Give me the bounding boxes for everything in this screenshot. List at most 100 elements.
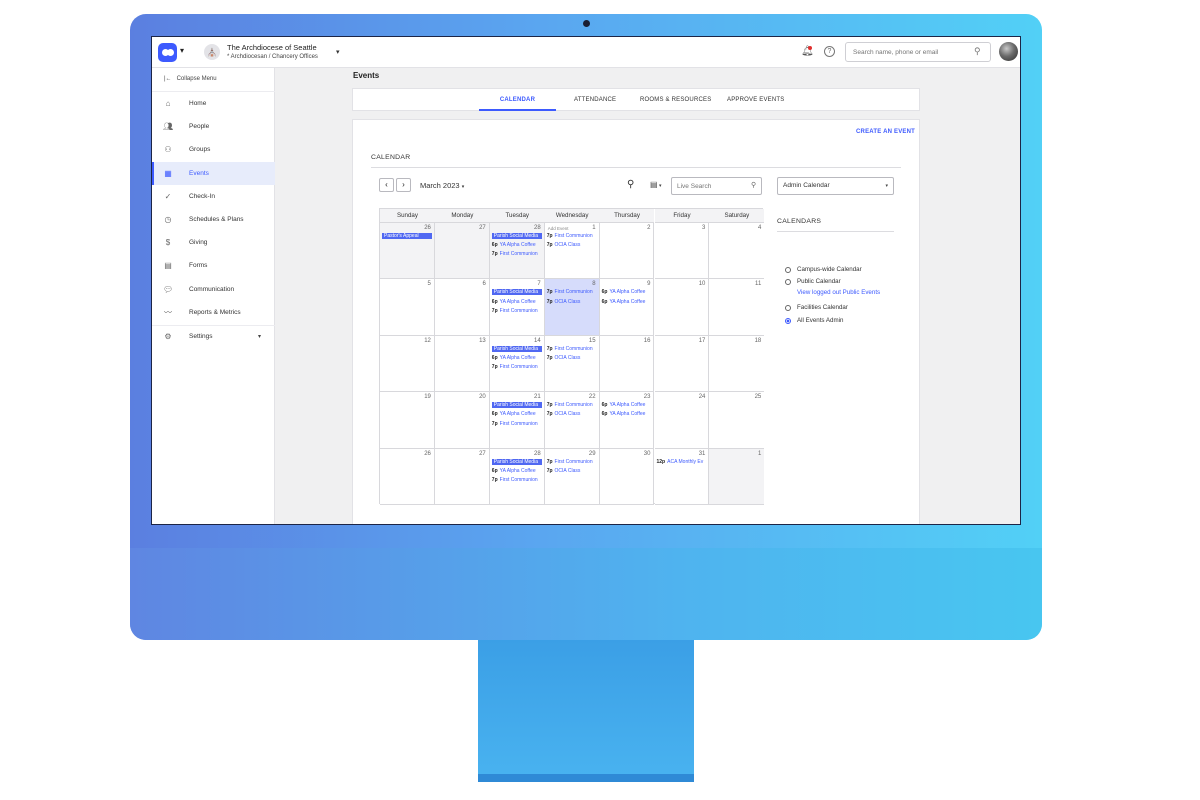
day-cell[interactable]: 28 Parish Social Media 6p YA Alpha Coffee 7p…: [489, 448, 545, 505]
day-cell[interactable]: 18: [709, 335, 765, 393]
event-item[interactable]: 7p First Communion: [547, 233, 593, 239]
sidebar-item-events[interactable]: ▦ Events: [152, 162, 275, 185]
tab-calendar[interactable]: CALENDAR: [479, 89, 556, 111]
day-cell[interactable]: 28 Parish Social Media 6p YA Alpha Coffee 7p…: [489, 223, 545, 280]
org-avatar-icon[interactable]: ⛪: [204, 44, 220, 60]
global-search-input[interactable]: [845, 42, 991, 62]
day-cell[interactable]: 12: [380, 335, 435, 393]
event-item[interactable]: 7p First Communion: [492, 421, 538, 427]
event-item[interactable]: Parish Social Media: [491, 345, 542, 352]
export-doc-icon[interactable]: ▤ ▾: [650, 180, 661, 189]
event-item[interactable]: 7p OCIA Class: [547, 411, 581, 417]
day-cell[interactable]: 11: [709, 279, 765, 336]
event-item[interactable]: 6p YA Alpha Coffee: [492, 355, 536, 361]
day-cell[interactable]: 23 6p YA Alpha Coffee 6p YA Alpha Coffee: [599, 392, 655, 449]
collapse-menu-button[interactable]: |← Collapse Menu: [164, 76, 222, 82]
day-cell[interactable]: 9 6p YA Alpha Coffee 6p YA Alpha Coffee: [599, 279, 655, 336]
event-item[interactable]: 12p ACA Monthly Ev: [657, 459, 704, 465]
day-cell[interactable]: 2: [599, 223, 655, 280]
org-name[interactable]: The Archdiocese of Seattle: [227, 43, 317, 52]
tab-rooms-resources[interactable]: ROOMS & RESOURCES: [640, 89, 711, 111]
event-item[interactable]: 6p YA Alpha Coffee: [492, 411, 536, 417]
event-item[interactable]: Parish Social Media: [491, 402, 542, 409]
event-item[interactable]: 7p First Communion: [547, 289, 593, 295]
sidebar-item-giving[interactable]: $ Giving: [152, 231, 275, 254]
event-item[interactable]: 6p YA Alpha Coffee: [602, 289, 646, 295]
day-cell[interactable]: 17: [654, 335, 710, 393]
event-item[interactable]: 6p YA Alpha Coffee: [492, 299, 536, 305]
live-search-input[interactable]: [671, 177, 762, 195]
prev-month-button[interactable]: ‹: [379, 178, 394, 192]
day-cell[interactable]: 13: [434, 335, 490, 393]
sidebar-item-communication[interactable]: 💬︎ Communication: [152, 278, 275, 301]
day-cell[interactable]: 1 Add Event 7p First Communion 7p OCIA Class: [544, 223, 600, 280]
event-item[interactable]: 7p OCIA Class: [547, 355, 581, 361]
event-item[interactable]: 7p First Communion: [492, 477, 538, 483]
sidebar-item-settings[interactable]: ⚙ Settings ▾: [152, 325, 275, 348]
user-avatar[interactable]: [999, 42, 1018, 61]
day-cell[interactable]: 26 Pastor's Appeal: [380, 223, 435, 280]
day-cell[interactable]: 10: [654, 279, 710, 336]
day-cell[interactable]: 30: [599, 448, 655, 505]
day-cell[interactable]: 8 7p First Communion 7p OCIA Class: [544, 279, 600, 336]
org-switcher-caret-icon[interactable]: ▾: [336, 48, 340, 56]
app-switcher-caret-icon[interactable]: ▾: [180, 46, 184, 55]
sidebar-item-schedules[interactable]: ◷ Schedules & Plans: [152, 208, 275, 231]
event-item[interactable]: 6p YA Alpha Coffee: [602, 402, 646, 408]
radio-facilities[interactable]: Facilities Calendar: [785, 304, 848, 311]
add-event-link[interactable]: Add Event: [548, 226, 569, 231]
day-cell[interactable]: 27: [434, 223, 490, 280]
radio-all-events-admin[interactable]: All Events Admin: [785, 317, 843, 324]
day-cell[interactable]: 15 7p First Communion 7p OCIA Class: [544, 335, 600, 393]
app-logo-icon[interactable]: [158, 43, 177, 62]
day-cell[interactable]: 20: [434, 392, 490, 449]
day-cell[interactable]: 14 Parish Social Media 6p YA Alpha Coffee 7p…: [489, 335, 545, 393]
day-cell[interactable]: 3: [654, 223, 710, 280]
event-item[interactable]: 6p YA Alpha Coffee: [492, 468, 536, 474]
sidebar-item-check-in[interactable]: ✓ Check-In: [152, 185, 275, 208]
sidebar-item-reports[interactable]: 〰 Reports & Metrics: [152, 301, 275, 324]
sidebar-item-home[interactable]: ⌂ Home: [152, 92, 275, 115]
event-item[interactable]: 7p First Communion: [492, 251, 538, 257]
event-item[interactable]: Parish Social Media: [491, 458, 542, 465]
create-event-button[interactable]: CREATE AN EVENT: [856, 129, 915, 135]
event-item[interactable]: 7p OCIA Class: [547, 468, 581, 474]
day-cell[interactable]: 27: [434, 448, 490, 505]
event-item[interactable]: Parish Social Media: [491, 233, 542, 239]
day-cell[interactable]: 25: [709, 392, 765, 449]
day-cell[interactable]: 29 7p First Communion 7p OCIA Class: [544, 448, 600, 505]
day-cell[interactable]: 24: [654, 392, 710, 449]
event-item[interactable]: 7p OCIA Class: [547, 299, 581, 305]
event-item[interactable]: 6p YA Alpha Coffee: [602, 299, 646, 305]
sidebar-item-people[interactable]: 👥︎ People: [152, 115, 275, 138]
day-cell[interactable]: 22 7p First Communion 7p OCIA Class: [544, 392, 600, 449]
radio-public[interactable]: Public Calendar: [785, 278, 841, 285]
day-cell[interactable]: 5: [380, 279, 435, 336]
search-icon[interactable]: ⚲: [751, 181, 756, 189]
next-month-button[interactable]: ›: [396, 178, 411, 192]
day-cell[interactable]: 16: [599, 335, 655, 393]
event-item[interactable]: 7p First Communion: [492, 308, 538, 314]
tab-attendance[interactable]: ATTENDANCE: [574, 89, 616, 111]
event-item[interactable]: Pastor's Appeal: [382, 233, 432, 239]
help-icon[interactable]: ?: [824, 46, 835, 57]
zoom-search-icon[interactable]: ⚲: [627, 179, 634, 190]
event-item[interactable]: 6p YA Alpha Coffee: [602, 411, 646, 417]
event-item[interactable]: Parish Social Media: [491, 289, 542, 296]
month-picker[interactable]: March 2023 ▾: [420, 181, 464, 190]
sidebar-item-groups[interactable]: ⚇ Groups: [152, 138, 275, 161]
event-item[interactable]: 7p First Communion: [492, 364, 538, 370]
day-cell[interactable]: 7 Parish Social Media 6p YA Alpha Coffee 7p F…: [489, 279, 545, 336]
day-cell[interactable]: 31 12p ACA Monthly Ev: [654, 448, 710, 505]
day-cell[interactable]: 1: [709, 448, 765, 505]
radio-campus-wide[interactable]: Campus-wide Calendar: [785, 266, 862, 273]
day-cell[interactable]: 26: [380, 448, 435, 505]
calendar-view-select[interactable]: Admin Calendar ▾: [777, 177, 894, 195]
event-item[interactable]: 7p First Communion: [547, 459, 593, 465]
event-item[interactable]: 6p YA Alpha Coffee: [492, 242, 536, 248]
tab-approve-events[interactable]: APPROVE EVENTS: [727, 89, 784, 111]
day-cell[interactable]: 6: [434, 279, 490, 336]
search-icon[interactable]: ⚲: [974, 46, 981, 57]
day-cell[interactable]: 4: [709, 223, 765, 280]
event-item[interactable]: 7p OCIA Class: [547, 242, 581, 248]
